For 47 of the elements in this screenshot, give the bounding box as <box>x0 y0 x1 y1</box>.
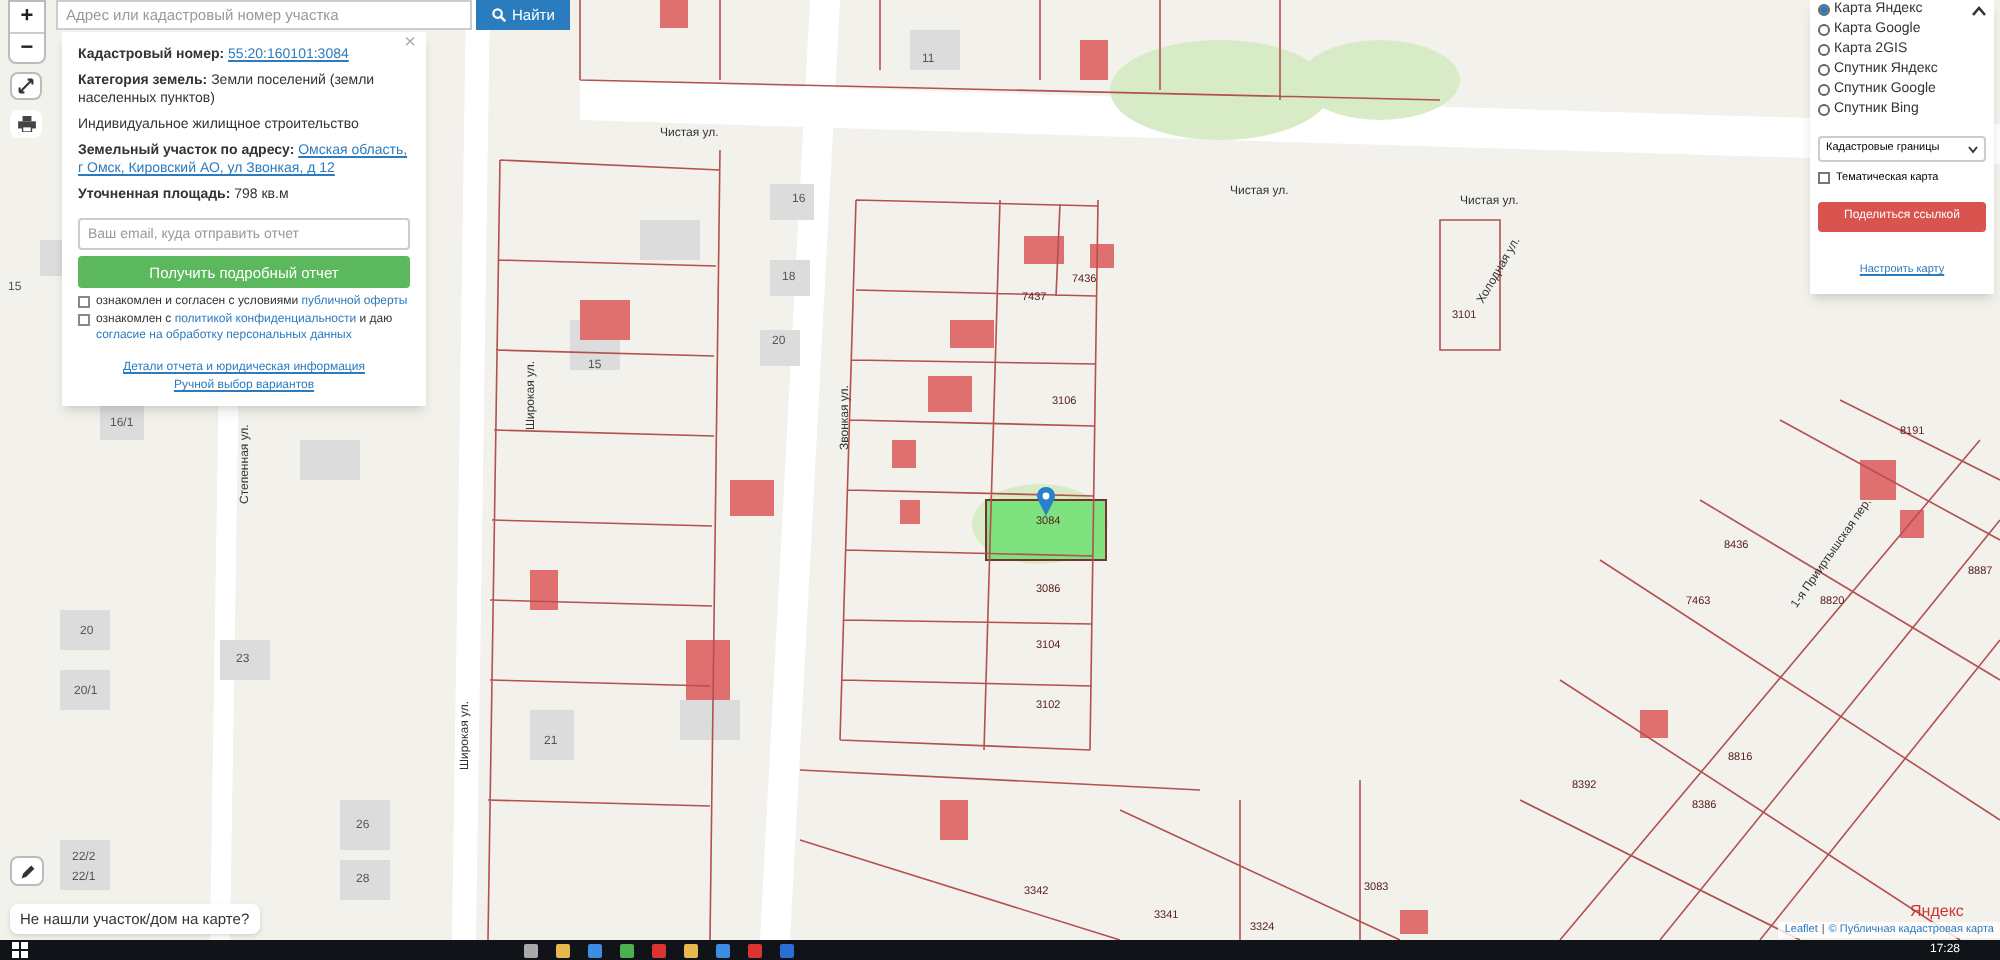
registered-building <box>1024 236 1064 264</box>
print-button[interactable] <box>10 110 42 138</box>
registered-building <box>950 320 994 348</box>
registered-building <box>900 500 920 524</box>
edit-button[interactable] <box>10 856 44 886</box>
consent-checkbox[interactable] <box>78 296 90 308</box>
printer-icon <box>17 116 35 132</box>
expand-icon <box>18 78 34 94</box>
fullscreen-button[interactable] <box>10 72 42 100</box>
taskbar-app-icon[interactable] <box>684 943 698 957</box>
registered-building <box>1640 710 1668 738</box>
chevron-down-icon <box>1968 145 1978 153</box>
registered-building <box>530 570 558 610</box>
collapse-icon[interactable] <box>1972 6 1986 16</box>
provider-logo: Яндекс <box>1910 900 1964 924</box>
registered-building <box>1860 460 1896 500</box>
building <box>770 184 814 220</box>
registered-building <box>660 0 688 28</box>
building <box>640 220 700 260</box>
building <box>680 700 740 740</box>
location-pin-icon[interactable] <box>1036 486 1056 516</box>
thematic-checkbox[interactable] <box>1818 172 1830 185</box>
pencil-icon <box>19 863 35 879</box>
taskbar-app-icon[interactable] <box>716 943 730 957</box>
registered-building <box>1400 910 1428 934</box>
taskbar-app-icon[interactable] <box>524 943 538 957</box>
registered-building <box>892 440 916 468</box>
zoom-in-button[interactable]: + <box>10 2 44 32</box>
building <box>220 640 270 680</box>
registered-building <box>686 640 730 700</box>
registered-building <box>580 300 630 340</box>
registered-building <box>940 800 968 840</box>
registered-building <box>730 480 774 516</box>
windows-icon[interactable] <box>12 942 28 958</box>
taskbar-app-icon[interactable] <box>588 943 602 957</box>
selected-parcel[interactable] <box>985 499 1107 561</box>
building <box>770 260 810 296</box>
taskbar-app-icon[interactable] <box>620 943 634 957</box>
registered-building <box>1900 510 1924 538</box>
registered-building <box>1090 244 1114 268</box>
registered-building <box>928 376 972 412</box>
registered-building <box>1080 40 1108 80</box>
taskbar-app-icon[interactable] <box>556 943 570 957</box>
consent-checkbox[interactable] <box>78 314 90 326</box>
zoom-out-button[interactable]: − <box>10 32 44 62</box>
search-icon <box>492 8 506 22</box>
building <box>760 330 800 366</box>
